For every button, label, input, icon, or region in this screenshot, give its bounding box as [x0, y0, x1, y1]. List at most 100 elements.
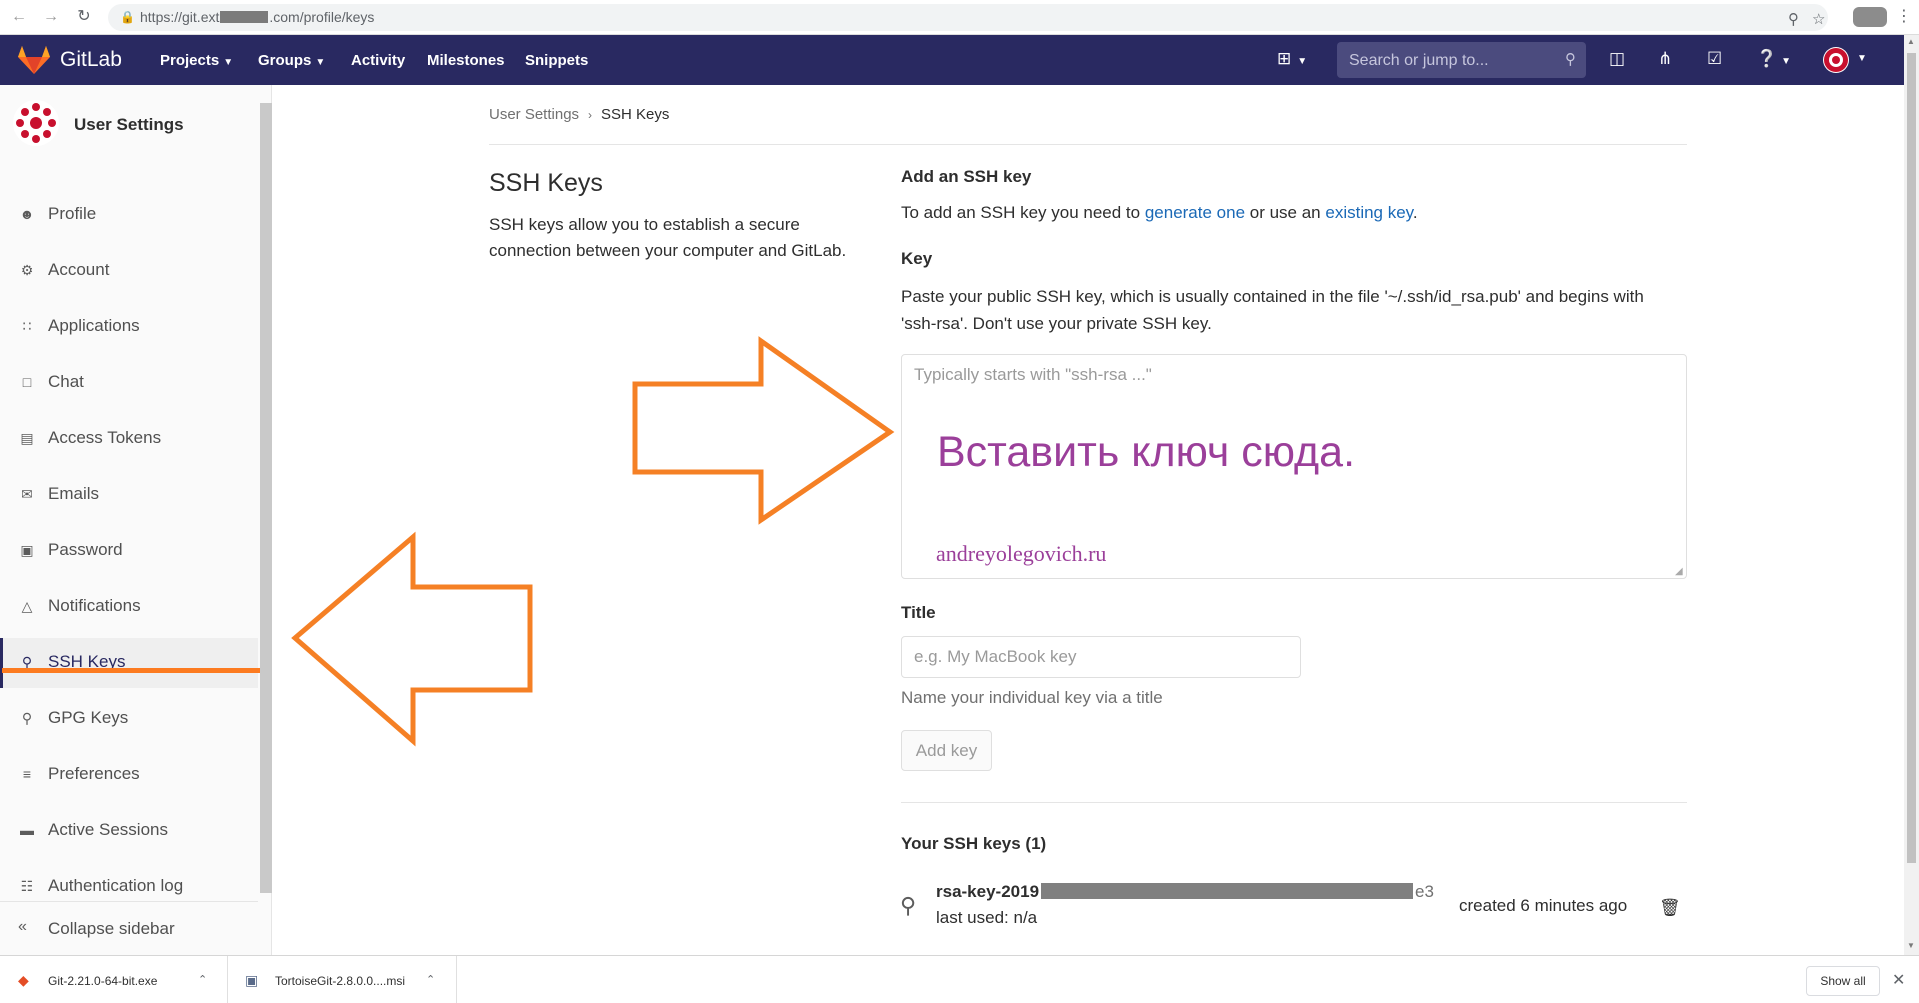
- account-icon: ⚙: [20, 262, 34, 278]
- key-redaction: [1041, 883, 1414, 899]
- user-avatar[interactable]: [1823, 47, 1849, 73]
- gitlab-logo-icon[interactable]: [18, 46, 50, 74]
- todo-icon[interactable]: ☑: [1707, 49, 1722, 69]
- lock-icon: ▣: [20, 542, 34, 558]
- chevron-down-icon: ▼: [223, 57, 234, 68]
- page-description: SSH keys allow you to establish a secure…: [489, 215, 847, 260]
- page-scrollbar[interactable]: ▲ ▼: [1904, 35, 1919, 955]
- annotation-underline: [2, 668, 260, 673]
- breadcrumb-current[interactable]: SSH Keys: [601, 106, 669, 123]
- nav-activity[interactable]: Activity: [351, 52, 405, 69]
- url-text: https://git.ext .com/profile/keys: [140, 9, 375, 25]
- add-key-button[interactable]: Add key: [901, 730, 992, 771]
- annotation-paste-here: Вставить ключ сюда.: [937, 428, 1356, 476]
- arrow-left-icon[interactable]: ←: [8, 6, 30, 28]
- search-icon: ⚲: [1565, 51, 1576, 68]
- settings-sidebar: User Settings ☻ Profile ⚙ Account ∷ Appl…: [0, 85, 272, 955]
- monitor-icon: ▬: [20, 822, 34, 838]
- sidebar-item-profile[interactable]: ☻ Profile: [0, 190, 258, 240]
- breadcrumb-separator: ›: [588, 108, 593, 122]
- chevron-up-icon[interactable]: ⌃: [426, 973, 435, 986]
- nav-snippets[interactable]: Snippets: [525, 52, 588, 69]
- bell-icon: △: [21, 598, 33, 614]
- sidebar-item-applications[interactable]: ∷ Applications: [0, 302, 258, 352]
- key-last-used: last used: n/a: [936, 908, 1038, 927]
- page-title: SSH Keys: [489, 169, 603, 197]
- sliders-icon: ≡: [22, 766, 32, 782]
- scroll-down-icon[interactable]: ▼: [1907, 941, 1915, 950]
- show-all-button[interactable]: Show all: [1806, 966, 1880, 996]
- zoom-icon[interactable]: ⚲: [1788, 10, 1799, 28]
- your-keys-heading: Your SSH keys (1): [901, 834, 1047, 853]
- add-key-description: To add an SSH key you need to generate o…: [901, 203, 1418, 222]
- nav-milestones[interactable]: Milestones: [427, 52, 505, 69]
- chevron-down-icon[interactable]: ▼: [1857, 53, 1867, 64]
- search-input[interactable]: Search or jump to... ⚲: [1337, 42, 1586, 78]
- key-icon: ⚲: [21, 710, 33, 726]
- sidebar-item-gpg-keys[interactable]: ⚲ GPG Keys: [0, 694, 258, 744]
- reload-icon[interactable]: ↻: [73, 6, 95, 28]
- url-redaction: [220, 11, 269, 23]
- token-icon: ▤: [20, 430, 34, 446]
- sidebar-item-chat[interactable]: □ Chat: [0, 358, 258, 408]
- existing-key-link[interactable]: existing key: [1325, 203, 1413, 222]
- sidebar-item-ssh-keys[interactable]: ⚲ SSH Keys: [0, 638, 258, 688]
- email-icon: ✉: [21, 486, 33, 502]
- collapse-sidebar-button[interactable]: « Collapse sidebar: [0, 901, 258, 955]
- applications-icon: ∷: [22, 318, 32, 334]
- more-menu-icon[interactable]: ⋮: [1896, 6, 1912, 26]
- sidebar-item-notifications[interactable]: △ Notifications: [0, 582, 258, 632]
- address-bar[interactable]: 🔒 https://git.ext .com/profile/keys ⚲ ☆: [108, 4, 1828, 31]
- profile-icon: ☻: [19, 206, 35, 222]
- sidebar-item-account[interactable]: ⚙ Account: [0, 246, 258, 296]
- help-icon[interactable]: ❔ ▼: [1756, 49, 1791, 69]
- page-scrollbar-thumb[interactable]: [1907, 53, 1916, 863]
- key-title-link[interactable]: rsa-key-2019 e3: [936, 882, 1434, 902]
- annotation-watermark: andreyolegovich.ru: [936, 541, 1107, 566]
- title-input[interactable]: [901, 636, 1301, 678]
- sidebar-avatar: [13, 100, 59, 146]
- chat-icon: □: [22, 374, 32, 390]
- scroll-up-icon[interactable]: ▲: [1907, 37, 1915, 46]
- sidebar-item-preferences[interactable]: ≡ Preferences: [0, 750, 258, 800]
- gitlab-brand[interactable]: GitLab: [60, 48, 122, 72]
- download-item[interactable]: ▣ TortoiseGit-2.8.0.0....msi ⌃: [229, 956, 457, 1003]
- chevron-down-icon: ▼: [315, 57, 326, 68]
- sidebar-item-password[interactable]: ▣ Password: [0, 526, 258, 576]
- chevron-up-icon[interactable]: ⌃: [198, 973, 207, 986]
- breadcrumb: User Settings › SSH Keys: [489, 106, 669, 123]
- nav-groups[interactable]: Groups ▼: [258, 52, 325, 69]
- key-created: created 6 minutes ago: [1459, 896, 1628, 915]
- sidebar-item-access-tokens[interactable]: ▤ Access Tokens: [0, 414, 258, 464]
- gitlab-header: GitLab Projects ▼ Groups ▼ Activity Milest…: [0, 35, 1904, 85]
- close-icon[interactable]: ✕: [1892, 970, 1905, 990]
- installer-icon: ▣: [245, 972, 259, 988]
- resize-handle-icon[interactable]: ◢: [1675, 566, 1683, 577]
- generate-one-link[interactable]: generate one: [1145, 203, 1245, 222]
- nav-projects[interactable]: Projects ▼: [160, 52, 233, 69]
- download-item[interactable]: ◆ Git-2.21.0-64-bit.exe ⌃: [0, 956, 228, 1003]
- divider: [901, 802, 1687, 803]
- double-chevron-left-icon: «: [18, 918, 27, 935]
- title-label: Title: [901, 603, 936, 622]
- active-indicator: [0, 638, 3, 688]
- new-item-icon[interactable]: ⊞ ▼: [1277, 49, 1307, 69]
- key-label: Key: [901, 249, 933, 268]
- sidebar-scrollbar[interactable]: [260, 103, 272, 893]
- browser-profile-avatar[interactable]: [1853, 7, 1887, 27]
- add-key-heading: Add an SSH key: [901, 167, 1032, 186]
- downloads-bar: ◆ Git-2.21.0-64-bit.exe ⌃ ▣ TortoiseGit-…: [0, 955, 1919, 1003]
- star-icon[interactable]: ☆: [1812, 10, 1825, 28]
- log-icon: ☷: [20, 878, 34, 894]
- key-icon: ⚲: [900, 893, 917, 918]
- divider: [489, 144, 1687, 145]
- breadcrumb-user-settings[interactable]: User Settings: [489, 106, 579, 123]
- merge-request-icon[interactable]: ⋔: [1658, 49, 1672, 69]
- arrow-right-icon[interactable]: →: [40, 6, 62, 28]
- sidebar-title[interactable]: User Settings: [74, 115, 184, 135]
- issues-icon[interactable]: ◫: [1609, 49, 1625, 69]
- trash-icon[interactable]: 🗑: [1659, 898, 1681, 918]
- browser-toolbar: ← → ↻ 🔒 https://git.ext .com/profile/keys…: [0, 0, 1919, 35]
- sidebar-item-emails[interactable]: ✉ Emails: [0, 470, 258, 520]
- sidebar-item-active-sessions[interactable]: ▬ Active Sessions: [0, 806, 258, 856]
